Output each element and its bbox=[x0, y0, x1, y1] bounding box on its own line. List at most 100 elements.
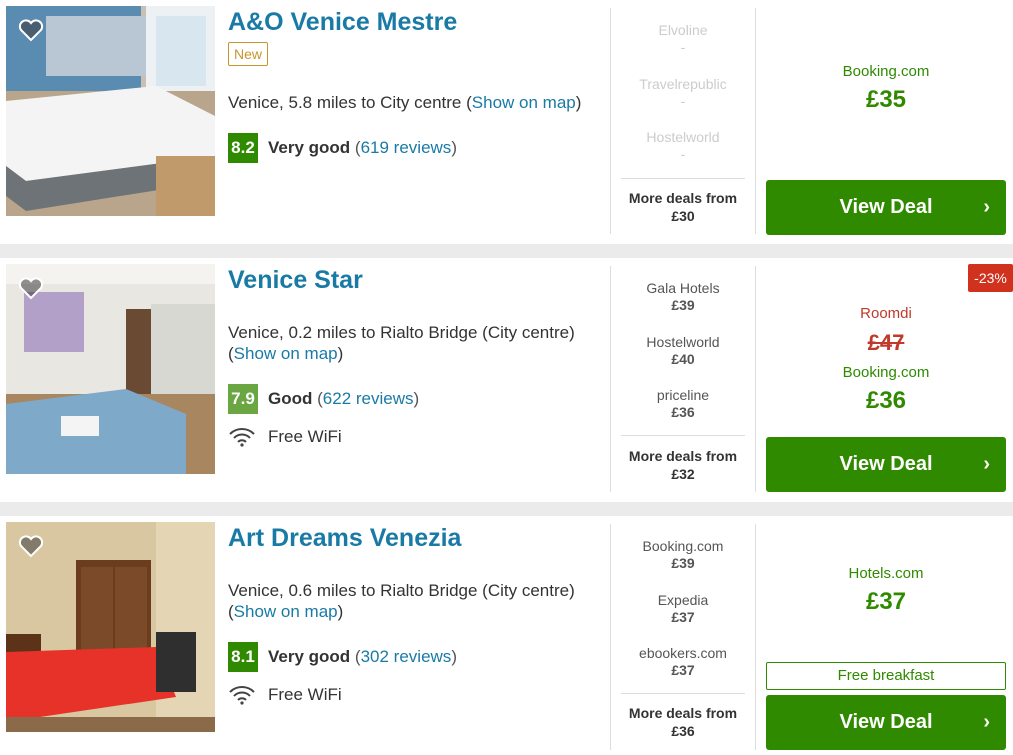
deal-price: - bbox=[680, 39, 686, 55]
deal-item[interactable]: priceline £36 bbox=[621, 387, 745, 421]
location-text: Venice, 0.2 miles to Rialto Bridge (City… bbox=[228, 323, 575, 342]
deal-price: - bbox=[680, 93, 686, 109]
hotel-name[interactable]: A&O Venice Mestre bbox=[228, 8, 457, 37]
main-provider: Hotels.com bbox=[848, 565, 924, 582]
rating-label: Very good bbox=[268, 647, 351, 666]
divider bbox=[755, 524, 756, 750]
deal-price: £40 bbox=[671, 351, 695, 367]
deal-provider: Travelrepublic bbox=[639, 76, 727, 92]
deal-item[interactable]: Gala Hotels £39 bbox=[621, 280, 745, 314]
hotel-location: Venice, 0.6 miles to Rialto Bridge (City… bbox=[228, 581, 575, 621]
deal-item[interactable]: Booking.com £39 bbox=[621, 538, 745, 572]
show-on-map-link[interactable]: Show on map bbox=[234, 344, 338, 363]
amenity: Free WiFi bbox=[228, 685, 342, 705]
deal-provider: Hostelworld bbox=[646, 334, 720, 350]
discount-badge: -23% bbox=[968, 264, 1013, 292]
deal-provider: priceline bbox=[656, 387, 710, 403]
show-on-map-link[interactable]: Show on map bbox=[472, 93, 576, 112]
main-price[interactable]: £35 bbox=[766, 86, 1006, 114]
deal-price: £39 bbox=[671, 555, 695, 571]
more-deals-link[interactable]: More deals from £32 bbox=[621, 447, 745, 483]
more-deals-price: £36 bbox=[671, 723, 695, 739]
rating-label: Good bbox=[268, 389, 313, 408]
rating-score: 8.2 bbox=[228, 133, 258, 163]
view-deal-button[interactable]: View Deal › bbox=[766, 437, 1006, 492]
location-text: Venice, 5.8 miles to City centre bbox=[228, 93, 462, 112]
hotel-card[interactable]: Art Dreams Venezia Venice, 0.6 miles to … bbox=[0, 516, 1013, 755]
hotel-location: Venice, 5.8 miles to City centre (Show o… bbox=[228, 93, 582, 112]
more-deals-price: £30 bbox=[671, 208, 695, 224]
divider bbox=[755, 8, 756, 234]
deal-price: - bbox=[680, 146, 686, 162]
rating: 8.1 Very good (302 reviews) bbox=[228, 642, 457, 672]
deal-item[interactable]: Hostelworld £40 bbox=[621, 334, 745, 368]
deal-price: £36 bbox=[671, 404, 695, 420]
deal-provider: Expedia bbox=[657, 592, 709, 608]
divider bbox=[610, 266, 611, 492]
wifi-icon bbox=[229, 686, 255, 705]
main-provider: Booking.com bbox=[842, 63, 930, 80]
deal-provider: Elvoline bbox=[658, 22, 708, 38]
chevron-right-icon: › bbox=[983, 711, 990, 733]
show-on-map-link[interactable]: Show on map bbox=[234, 602, 338, 621]
deal-provider: Hostelworld bbox=[646, 129, 720, 145]
hotel-card[interactable]: A&O Venice Mestre New Venice, 5.8 miles … bbox=[0, 0, 1013, 244]
main-price[interactable]: £36 bbox=[766, 387, 1006, 415]
deal-price: £37 bbox=[671, 609, 695, 625]
chevron-right-icon: › bbox=[983, 196, 990, 218]
more-deals-price: £32 bbox=[671, 466, 695, 482]
more-deals-label: More deals from bbox=[628, 448, 738, 464]
deal-provider: Booking.com bbox=[642, 538, 724, 554]
new-badge: New bbox=[228, 42, 269, 66]
rating-score: 7.9 bbox=[228, 384, 258, 414]
heart-icon[interactable] bbox=[18, 18, 44, 42]
view-deal-label: View Deal bbox=[839, 453, 933, 475]
hotel-name[interactable]: Venice Star bbox=[228, 266, 363, 295]
view-deal-button[interactable]: View Deal › bbox=[766, 180, 1006, 235]
divider bbox=[610, 524, 611, 750]
rating: 8.2 Very good (619 reviews) bbox=[228, 133, 457, 163]
main-provider: Booking.com bbox=[842, 364, 930, 381]
hotel-card[interactable]: Venice Star Venice, 0.2 miles to Rialto … bbox=[0, 258, 1013, 502]
hotel-photo[interactable] bbox=[6, 264, 215, 474]
hotel-name[interactable]: Art Dreams Venezia bbox=[228, 524, 461, 553]
deal-item[interactable]: Expedia £37 bbox=[621, 592, 745, 626]
divider bbox=[621, 693, 745, 694]
rating: 7.9 Good (622 reviews) bbox=[228, 384, 419, 414]
deal-item[interactable]: ebookers.com £37 bbox=[621, 645, 745, 679]
deal-price: £39 bbox=[671, 297, 695, 313]
view-deal-button[interactable]: View Deal › bbox=[766, 695, 1006, 750]
more-deals-link[interactable]: More deals from £30 bbox=[621, 189, 745, 225]
deal-item[interactable]: Hostelworld - bbox=[621, 129, 745, 163]
heart-icon[interactable] bbox=[18, 276, 44, 300]
view-deal-label: View Deal bbox=[839, 711, 933, 733]
deal-item[interactable]: Elvoline - bbox=[621, 22, 745, 56]
hotel-photo[interactable] bbox=[6, 6, 215, 216]
hotel-location: Venice, 0.2 miles to Rialto Bridge (City… bbox=[228, 323, 575, 363]
divider bbox=[621, 178, 745, 179]
wifi-icon bbox=[229, 428, 255, 447]
deal-price: £37 bbox=[671, 662, 695, 678]
rating-label: Very good bbox=[268, 138, 351, 157]
deal-provider: Gala Hotels bbox=[646, 280, 720, 296]
original-provider: Roomdi bbox=[860, 305, 912, 322]
heart-icon[interactable] bbox=[18, 534, 44, 558]
chevron-right-icon: › bbox=[983, 453, 990, 475]
reviews-link[interactable]: 622 reviews bbox=[323, 389, 414, 409]
reviews-link[interactable]: 619 reviews bbox=[361, 138, 452, 158]
deal-item[interactable]: Travelrepublic - bbox=[621, 76, 745, 110]
divider bbox=[610, 8, 611, 234]
more-deals-label: More deals from bbox=[628, 190, 738, 206]
main-price[interactable]: £37 bbox=[766, 588, 1006, 616]
more-deals-label: More deals from bbox=[628, 705, 738, 721]
rating-score: 8.1 bbox=[228, 642, 258, 672]
original-price: £47 bbox=[867, 330, 905, 355]
more-deals-link[interactable]: More deals from £36 bbox=[621, 704, 745, 740]
hotel-photo[interactable] bbox=[6, 522, 215, 732]
amenity-label: Free WiFi bbox=[268, 685, 342, 704]
amenity-label: Free WiFi bbox=[268, 427, 342, 446]
reviews-link[interactable]: 302 reviews bbox=[361, 647, 452, 667]
divider bbox=[621, 435, 745, 436]
location-text: Venice, 0.6 miles to Rialto Bridge (City… bbox=[228, 581, 575, 600]
deal-provider: ebookers.com bbox=[639, 645, 727, 661]
